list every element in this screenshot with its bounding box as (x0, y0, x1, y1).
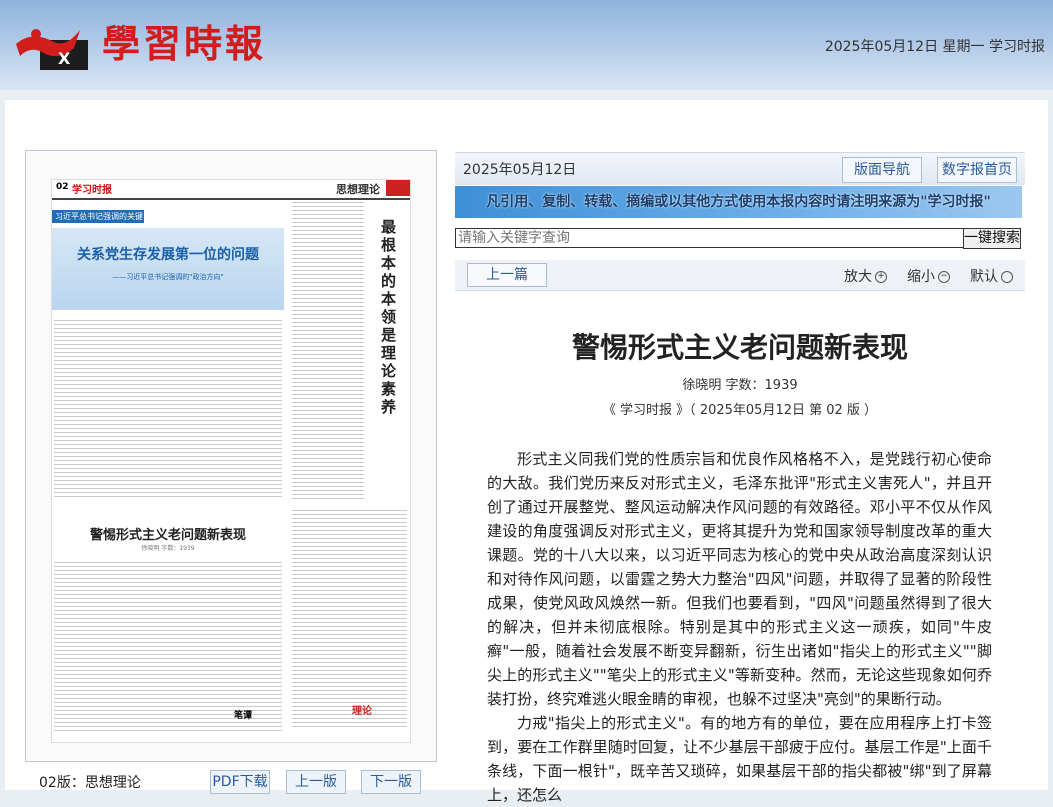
page-bar: 02版：思想理论 PDF下载 上一版 下一版 (5, 766, 445, 794)
page-logo: 学习时报 (72, 185, 112, 196)
article-body: 形式主义同我们党的性质宗旨和优良作风格格不入，是党践行初心使命的大敌。我们党历来… (487, 447, 992, 807)
default-size-label: 默认 (970, 269, 998, 285)
nav-strip: 2025年05月12日 版面导航 数字报首页 (455, 152, 1025, 185)
nav-date: 2025年05月12日 (463, 162, 577, 178)
page-header: 02 学习时报 思想理论 (52, 180, 410, 200)
zoom-in-button[interactable]: 放大 + (844, 266, 887, 286)
logo-text: 學習時報 (102, 21, 267, 66)
minus-circle-icon: − (938, 271, 950, 283)
column-logo: 理论 (352, 706, 372, 717)
next-page-button[interactable]: 下一版 (361, 770, 421, 794)
side-article-text[interactable] (292, 202, 364, 502)
pdf-download-button[interactable]: PDF下载 (210, 770, 270, 794)
zoom-out-label: 缩小 (907, 269, 935, 285)
search-input[interactable] (455, 228, 964, 248)
layout-nav-button[interactable]: 版面导航 (842, 157, 922, 183)
lead-article-banner[interactable]: 关系党生存发展第一位的问题 ——习近平总书记强调的"政治方向" (52, 228, 284, 310)
zoom-in-label: 放大 (844, 269, 872, 285)
article-paragraph: 力戒"指尖上的形式主义"。有的地方有的单位，要在应用程序上打卡签到，要在工作群里… (487, 714, 992, 804)
prev-article-button[interactable]: 上一篇 (467, 263, 547, 287)
page-section: 思想理论 (336, 183, 380, 196)
column-label: 笔谭 (234, 711, 253, 721)
lead-article-title: 关系党生存发展第一位的问题 (77, 247, 259, 263)
newspaper-preview[interactable]: 02 学习时报 思想理论 习近平总书记强调的关键词 关系党生存发展第一位的问题 … (25, 150, 437, 762)
newspaper-page[interactable]: 02 学习时报 思想理论 习近平总书记强调的关键词 关系党生存发展第一位的问题 … (51, 179, 411, 743)
circle-icon (1001, 271, 1013, 283)
current-article-block[interactable]: 警惕形式主义老问题新表现 徐晓明 字数：1939 (52, 510, 284, 556)
digital-home-button[interactable]: 数字报首页 (937, 157, 1017, 183)
current-article-text[interactable] (54, 562, 282, 732)
page-red-bar (386, 180, 410, 196)
plus-circle-icon: + (875, 271, 887, 283)
zoom-out-button[interactable]: 缩小 − (907, 266, 950, 286)
site-header: X 學習時報 2025年05月12日 星期一 学习时报 (0, 0, 1053, 90)
current-article-author: 徐晓明 字数：1939 (141, 545, 195, 552)
svg-text:X: X (58, 49, 71, 68)
side-article-text-2[interactable] (292, 510, 407, 730)
main-panel: 02 学习时报 思想理论 习近平总书记强调的关键词 关系党生存发展第一位的问题 … (5, 100, 1048, 804)
article-paragraph: 形式主义同我们党的性质宗旨和优良作风格格不入，是党践行初心使命的大敌。我们党历来… (487, 450, 992, 708)
article-title: 警惕形式主义老问题新表现 (571, 331, 908, 364)
search-button[interactable]: 一键搜索 (963, 228, 1021, 249)
article-meta: 徐晓明 字数：1939 (682, 378, 798, 393)
header-date: 2025年05月12日 星期一 学习时报 (824, 39, 1045, 55)
logo-icon: X (16, 29, 88, 70)
page-label: 02版：思想理论 (39, 775, 141, 791)
keyword-tag[interactable]: 习近平总书记强调的关键词 (52, 210, 144, 234)
lead-article-text[interactable] (54, 320, 282, 500)
current-article-title: 警惕形式主义老问题新表现 (89, 528, 246, 543)
article-source: 《 学习时报 》（ 2025年05月12日 第 02 版 ） (602, 403, 878, 418)
copyright-notice: 凡引用、复制、转载、摘编或以其他方式使用本报内容时请注明来源为"学习时报" (455, 186, 1022, 218)
article-toolbar: 上一篇 放大 + 缩小 − 默认 (455, 260, 1025, 291)
default-size-button[interactable]: 默认 (970, 266, 1013, 286)
prev-page-button[interactable]: 上一版 (286, 770, 346, 794)
lead-article-subtitle: ——习近平总书记强调的"政治方向" (112, 273, 224, 281)
side-article-title[interactable]: 最根本的本领是理论素养 (381, 218, 399, 416)
page-number: 02 (56, 182, 69, 192)
